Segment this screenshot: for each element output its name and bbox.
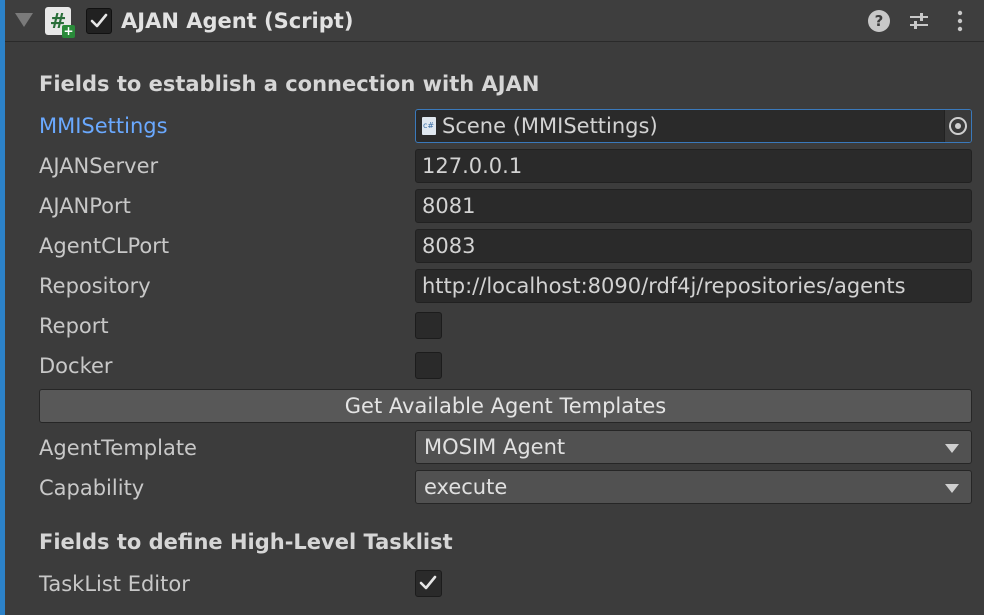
repository-input[interactable]: http://localhost:8090/rdf4j/repositories… bbox=[415, 269, 972, 303]
docker-checkbox[interactable] bbox=[415, 352, 442, 379]
agent-cl-port-label: AgentCLPort bbox=[39, 234, 170, 258]
ajan-server-label: AJANServer bbox=[39, 154, 159, 178]
checkmark-icon bbox=[419, 575, 437, 590]
mmi-settings-object-field[interactable]: Scene (MMISettings) bbox=[415, 109, 972, 143]
component-accent-bar bbox=[0, 0, 5, 615]
mmi-settings-label: MMISettings bbox=[39, 114, 168, 138]
agent-template-dropdown[interactable]: MOSIM Agent bbox=[415, 430, 972, 464]
ajan-port-input[interactable]: 8081 bbox=[415, 189, 972, 223]
object-picker-icon[interactable] bbox=[944, 110, 971, 142]
script-file-icon bbox=[422, 117, 436, 135]
tasklist-editor-checkbox[interactable] bbox=[415, 570, 442, 597]
section-connection-label: Fields to establish a connection with AJ… bbox=[39, 72, 540, 96]
mmi-settings-value: Scene (MMISettings) bbox=[442, 114, 658, 138]
report-checkbox[interactable] bbox=[415, 312, 442, 339]
ajan-port-label: AJANPort bbox=[39, 194, 131, 218]
capability-value: execute bbox=[424, 475, 508, 499]
get-available-agent-templates-button[interactable]: Get Available Agent Templates bbox=[39, 389, 972, 423]
chevron-down-icon bbox=[945, 444, 959, 453]
help-icon[interactable]: ? bbox=[868, 10, 890, 32]
script-icon-badge: + bbox=[62, 24, 75, 38]
component-title: AJAN Agent (Script) bbox=[121, 9, 354, 33]
capability-dropdown[interactable]: execute bbox=[415, 470, 972, 504]
capability-label: Capability bbox=[39, 476, 145, 500]
agent-template-value: MOSIM Agent bbox=[424, 435, 566, 459]
report-label: Report bbox=[39, 314, 109, 338]
section-tasklist-label: Fields to define High-Level Tasklist bbox=[39, 530, 453, 554]
repository-label: Repository bbox=[39, 274, 151, 298]
checkmark-icon bbox=[90, 13, 108, 28]
preset-icon[interactable] bbox=[908, 10, 930, 32]
chevron-down-icon bbox=[945, 484, 959, 493]
ajan-server-input[interactable]: 127.0.0.1 bbox=[415, 149, 972, 183]
agent-template-label: AgentTemplate bbox=[39, 436, 197, 460]
menu-icon[interactable] bbox=[949, 10, 971, 32]
component-enabled-checkbox[interactable] bbox=[86, 8, 112, 34]
foldout-arrow-icon[interactable] bbox=[15, 13, 33, 27]
tasklist-editor-label: TaskList Editor bbox=[39, 572, 190, 596]
docker-label: Docker bbox=[39, 354, 113, 378]
script-icon: # + bbox=[45, 7, 75, 38]
component-header[interactable]: # + AJAN Agent (Script) ? bbox=[5, 0, 984, 42]
agent-cl-port-input[interactable]: 8083 bbox=[415, 229, 972, 263]
